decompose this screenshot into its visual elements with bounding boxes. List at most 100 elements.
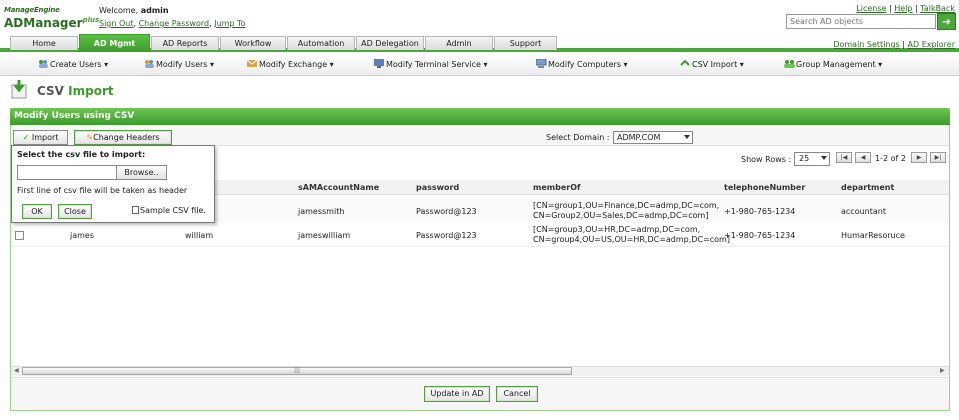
search-go-button[interactable]: ➜ xyxy=(937,13,956,30)
submenu-csv-import-label: CSV Import ▾ xyxy=(692,60,744,69)
logo-product: ADManagerplus xyxy=(4,14,99,30)
prev-page-button[interactable]: ◀ xyxy=(855,152,871,163)
cell-memberof: [CN=group3,OU=HR,DC=admp,DC=com, CN=grou… xyxy=(533,225,730,245)
page-title-part2: Import xyxy=(68,84,114,98)
cell-first-name: james xyxy=(70,231,95,240)
tab-ad-mgmt[interactable]: AD Mgmt xyxy=(79,34,150,52)
sample-csv-link[interactable]: Sample CSV file. xyxy=(132,206,206,215)
next-page-icon: ▶ xyxy=(916,154,922,161)
users-icon xyxy=(144,59,155,68)
popup-label: Select the csv file to import: xyxy=(17,150,146,159)
change-password-link[interactable]: Change Password xyxy=(139,19,210,28)
table-row[interactable] xyxy=(11,223,949,247)
domain-settings-link[interactable]: Domain Settings xyxy=(833,40,899,49)
column-header-telephonenumber[interactable]: telephoneNumber xyxy=(724,183,805,192)
browse-button[interactable]: Browse.. xyxy=(116,165,167,180)
license-link[interactable]: License xyxy=(856,4,886,13)
submenu-modify-exchange-label: Modify Exchange ▾ xyxy=(259,60,334,69)
first-page-icon: |◀ xyxy=(840,154,848,161)
column-header-samaccountname[interactable]: sAMAccountName xyxy=(298,183,379,192)
next-page-button[interactable]: ▶ xyxy=(911,152,927,163)
tab-automation[interactable]: Automation xyxy=(287,36,355,50)
column-header-memberof[interactable]: memberOf xyxy=(533,183,580,192)
first-page-button[interactable]: |◀ xyxy=(836,152,852,163)
submenu-modify-exchange[interactable]: Modify Exchange ▾ xyxy=(246,59,334,69)
talkback-link[interactable]: TalkBack xyxy=(920,4,955,13)
row-checkbox[interactable] xyxy=(15,231,24,240)
cell-samaccountname: jamessmith xyxy=(298,207,345,216)
top-links: License | Help | TalkBack xyxy=(856,4,955,13)
cell-telephone: +1-980-765-1234 xyxy=(724,231,796,240)
arrow-right-icon: ➜ xyxy=(941,15,952,28)
jump-to-link[interactable]: Jump To xyxy=(214,19,245,28)
exchange-icon xyxy=(246,59,258,68)
submenu-modify-users[interactable]: Modify Users ▾ xyxy=(144,59,214,69)
rows-per-page-value: 25 xyxy=(799,154,810,163)
cell-memberof-line1: [CN=group1,OU=Finance,DC=admp,DC=com, xyxy=(533,201,720,210)
submenu-csv-import[interactable]: CSV Import ▾ xyxy=(680,59,744,69)
tab-admin[interactable]: Admin xyxy=(425,36,493,50)
last-page-button[interactable]: ▶| xyxy=(930,152,946,163)
submenu-create-users[interactable]: Create Users ▾ xyxy=(38,59,108,69)
submenu-group-management-label: Group Management ▾ xyxy=(796,60,883,69)
column-header-department[interactable]: department xyxy=(841,183,894,192)
username: admin xyxy=(140,6,169,15)
show-rows-label: Show Rows : xyxy=(741,155,792,164)
page-info: 1-2 of 2 xyxy=(875,154,906,163)
welcome-label: Welcome, xyxy=(99,6,139,15)
cancel-button[interactable]: Cancel xyxy=(496,386,538,402)
page-title: CSV Import xyxy=(37,84,114,98)
cell-memberof-line2: CN=Group2,OU=Sales,DC=admp,DC=com] xyxy=(533,211,709,220)
logo-edition: plus xyxy=(82,16,100,24)
ad-explorer-link[interactable]: AD Explorer xyxy=(908,40,955,49)
sign-out-link[interactable]: Sign Out xyxy=(99,19,134,28)
change-headers-button[interactable]: ✎Change Headers xyxy=(74,130,172,145)
help-link[interactable]: Help xyxy=(894,4,912,13)
terminal-icon xyxy=(374,59,385,68)
tab-ad-delegation[interactable]: AD Delegation xyxy=(356,36,424,50)
submenu-create-users-label: Create Users ▾ xyxy=(50,60,109,69)
cell-telephone: +1-980-765-1234 xyxy=(724,207,796,216)
computer-icon xyxy=(535,58,547,68)
tab-home[interactable]: Home xyxy=(10,36,78,50)
column-header-password[interactable]: password xyxy=(416,183,459,192)
submenu-modify-computers[interactable]: Modify Computers ▾ xyxy=(535,58,628,69)
tab-workflow[interactable]: Workflow xyxy=(220,36,286,50)
change-headers-label: Change Headers xyxy=(93,133,160,142)
submenu-modify-terminal-service[interactable]: Modify Terminal Service ▾ xyxy=(374,59,488,69)
scrollbar-thumb[interactable]: ||| xyxy=(22,367,572,375)
domain-select[interactable]: ADMP.COM xyxy=(613,131,693,144)
logo-product-name: ADManager xyxy=(4,16,83,30)
rows-per-page-select[interactable]: 25 xyxy=(794,152,830,166)
cell-samaccountname: jameswilliam xyxy=(298,231,351,240)
cell-memberof-line2: CN=group4,OU=US,OU=HR,DC=admp,DC=com] xyxy=(533,235,730,244)
update-in-ad-button[interactable]: Update in AD xyxy=(424,386,490,402)
app-logo[interactable]: ManageEngine ADManagerplus xyxy=(4,6,99,30)
prev-page-icon: ◀ xyxy=(860,154,866,161)
cell-department: accountant xyxy=(841,207,886,216)
domain-select-value: ADMP.COM xyxy=(617,133,661,142)
tab-support[interactable]: Support xyxy=(494,36,557,50)
cell-password: Password@123 xyxy=(416,207,477,216)
search-input[interactable] xyxy=(786,14,936,29)
csv-import-icon xyxy=(10,80,30,100)
cell-department: HumarResoruce xyxy=(841,231,905,240)
file-icon xyxy=(132,206,139,214)
submenu-group-management[interactable]: Group Management ▾ xyxy=(784,59,882,69)
scroll-left-icon[interactable]: ◀ xyxy=(14,367,19,374)
csv-icon xyxy=(680,59,691,68)
submenu-modify-terminal-service-label: Modify Terminal Service ▾ xyxy=(386,60,488,69)
right-links: Domain Settings | AD Explorer xyxy=(833,40,955,49)
ok-button[interactable]: OK xyxy=(22,204,52,219)
chevron-down-icon xyxy=(821,156,827,160)
user-links: Sign Out, Change Password, Jump To xyxy=(99,19,246,28)
tab-ad-reports[interactable]: AD Reports xyxy=(151,36,219,50)
popup-header-note: First line of csv file will be taken as … xyxy=(17,186,188,195)
welcome-text: Welcome, admin xyxy=(99,6,169,15)
csv-file-input[interactable] xyxy=(17,165,122,180)
csv-file-popup: Select the csv file to import: Browse.. … xyxy=(11,145,215,223)
import-button[interactable]: ✓ Import xyxy=(13,130,68,145)
close-button[interactable]: Close xyxy=(58,204,92,219)
sample-csv-label: Sample CSV file. xyxy=(140,206,206,215)
scroll-right-icon[interactable]: ▶ xyxy=(940,367,945,374)
